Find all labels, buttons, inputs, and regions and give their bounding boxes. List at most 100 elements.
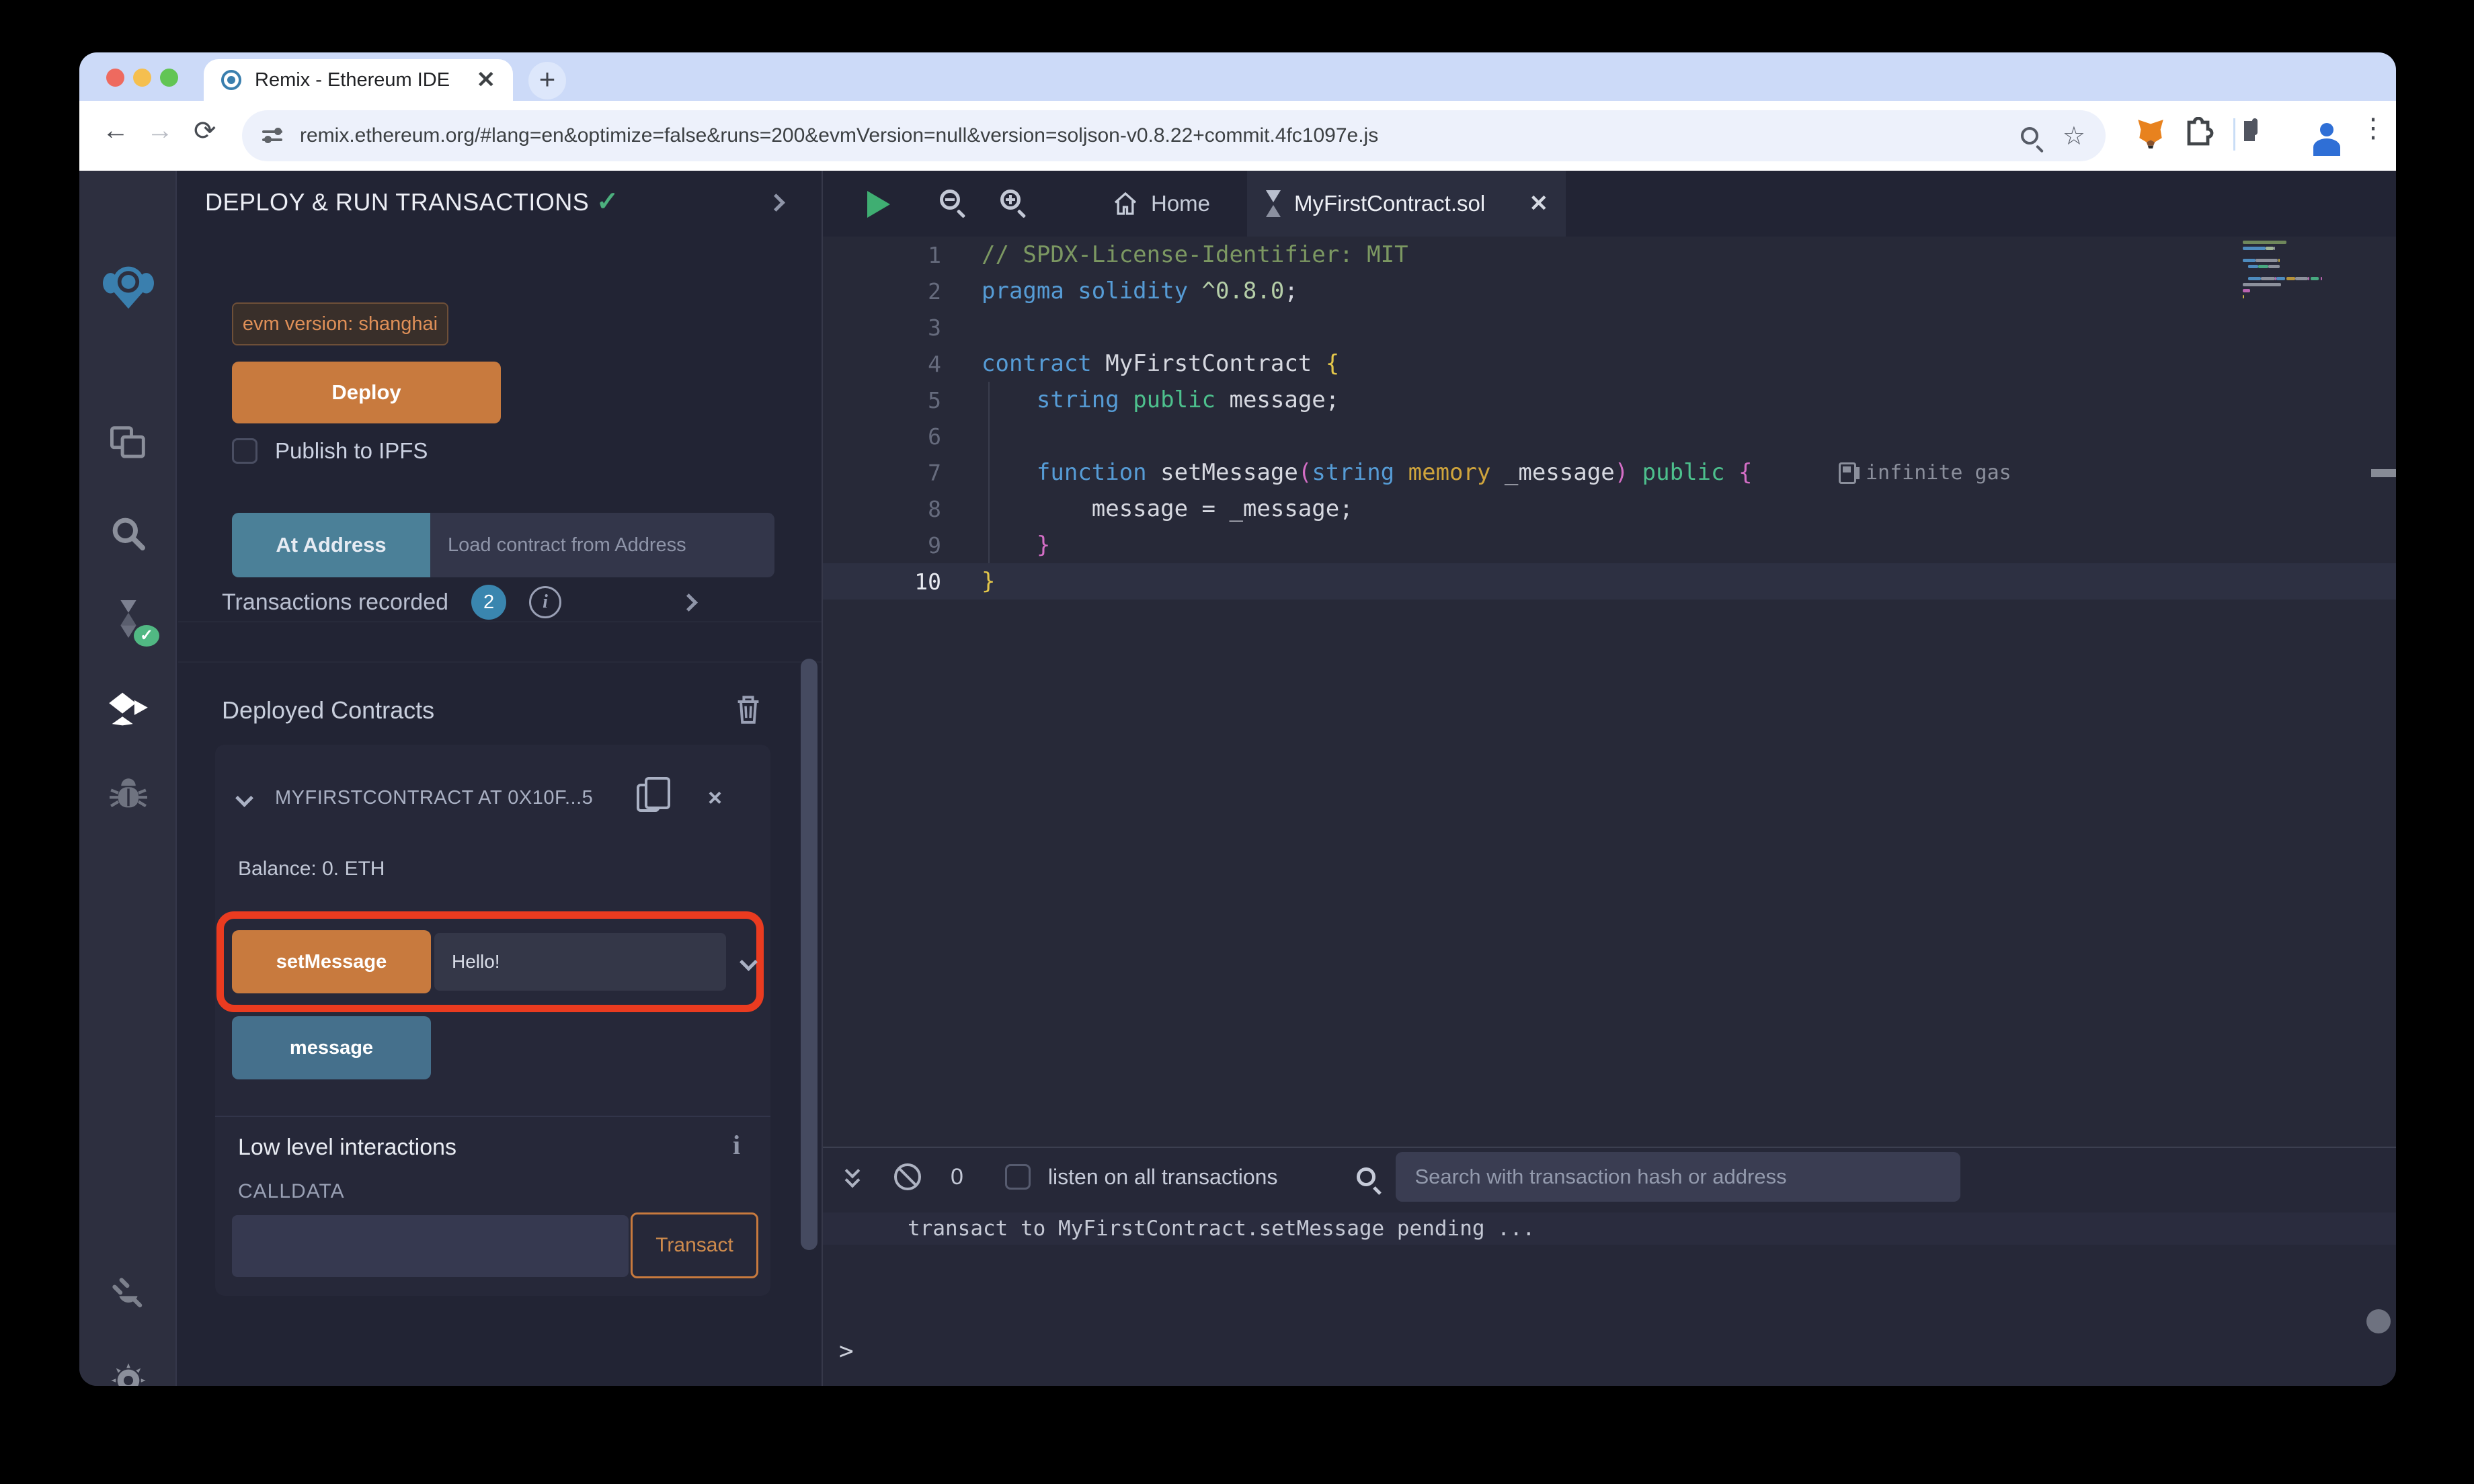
compile-success-badge: ✓	[134, 625, 159, 647]
transact-button[interactable]: Transact	[631, 1212, 758, 1278]
solidity-compiler-icon[interactable]: ✓	[79, 598, 177, 647]
settings-gear-icon[interactable]	[79, 1362, 177, 1386]
url-text: remix.ethereum.org/#lang=en&optimize=fal…	[300, 124, 1379, 147]
listen-all-label: listen on all transactions	[1047, 1164, 1278, 1189]
code-line-1[interactable]: 1// SPDX-License-Identifier: MIT	[823, 237, 2396, 273]
reload-icon[interactable]: ⟳	[194, 116, 216, 147]
transactions-expand-chevron-icon[interactable]	[680, 593, 698, 612]
delete-contracts-trash-icon[interactable]	[733, 692, 763, 726]
publish-ipfs-checkbox[interactable]	[232, 438, 257, 464]
terminal-search-icon	[1357, 1167, 1376, 1186]
remove-contract-icon[interactable]: ×	[708, 784, 722, 812]
metamask-icon[interactable]	[2134, 117, 2167, 151]
terminal-log-row[interactable]: transact to MyFirstContract.setMessage p…	[823, 1212, 2396, 1245]
line-number: 7	[928, 459, 941, 486]
debugger-bug-icon[interactable]	[79, 777, 177, 812]
code-line-7[interactable]: 7 function setMessage(string memory _mes…	[823, 454, 2396, 491]
at-address-input[interactable]	[430, 513, 774, 577]
window-minimize-button[interactable]	[133, 69, 151, 87]
site-info-icon[interactable]	[262, 127, 282, 145]
set-message-row: setMessage	[232, 930, 763, 993]
code-line-3[interactable]: 3	[823, 309, 2396, 345]
tab-myfirstcontract[interactable]: MyFirstContract.sol ✕	[1247, 171, 1566, 237]
browser-toolbar: ← → ⟳ remix.ethereum.org/#lang=en&optimi…	[79, 101, 2396, 171]
publish-ipfs-row: Publish to IPFS	[232, 438, 428, 464]
line-number: 6	[928, 423, 941, 450]
contract-collapse-chevron-icon[interactable]	[235, 788, 253, 807]
listen-all-checkbox[interactable]	[1004, 1164, 1031, 1190]
tab-home-label: Home	[1151, 191, 1211, 216]
run-script-play-icon[interactable]	[867, 191, 890, 218]
bookmark-star-icon[interactable]: ☆	[2063, 121, 2085, 151]
panel-scrollbar[interactable]	[801, 659, 817, 1250]
code-line-2[interactable]: 2 pragma solidity ^0.8.0;	[823, 273, 2396, 309]
code-line-4[interactable]: 4 contract MyFirstContract {	[823, 345, 2396, 382]
window-maximize-button[interactable]	[160, 69, 178, 87]
zoom-page-icon[interactable]	[2020, 127, 2038, 145]
browser-tab[interactable]: Remix - Ethereum IDE ✕	[204, 59, 513, 101]
code-editor[interactable]: 1// SPDX-License-Identifier: MIT 2 pragma …	[823, 237, 2396, 1147]
low-level-info-icon[interactable]: i	[733, 1129, 740, 1161]
line-number: 2	[928, 278, 941, 304]
deploy-run-icon[interactable]	[79, 690, 177, 729]
message-getter-button[interactable]: message	[232, 1016, 431, 1079]
solidity-file-icon	[1265, 190, 1282, 217]
contract-title: MYFIRSTCONTRACT AT 0X10F...5	[275, 786, 594, 809]
deploy-button[interactable]: Deploy	[232, 362, 501, 423]
contract-title-row[interactable]: MYFIRSTCONTRACT AT 0X10F...5 ×	[235, 777, 749, 812]
terminal-prompt[interactable]: >	[839, 1337, 854, 1365]
search-icon[interactable]	[79, 515, 177, 552]
transactions-info-icon[interactable]: i	[529, 586, 562, 618]
at-address-row: At Address	[232, 513, 774, 577]
at-address-button[interactable]: At Address	[232, 513, 430, 577]
zoom-out-icon[interactable]	[940, 190, 960, 210]
clear-console-icon[interactable]	[894, 1163, 921, 1190]
editor-minimap[interactable]	[2239, 241, 2373, 328]
browser-window: Remix - Ethereum IDE ✕ + ← → ⟳ remix.eth…	[79, 52, 2396, 1386]
expand-params-chevron-icon[interactable]	[740, 952, 758, 971]
remix-favicon-icon	[221, 70, 241, 90]
new-tab-button[interactable]: +	[528, 62, 566, 99]
calldata-input[interactable]	[232, 1215, 629, 1277]
code-line-10[interactable]: 10}	[823, 563, 2396, 600]
browser-menu-icon[interactable]: ⋮	[2360, 113, 2387, 144]
transactions-recorded-row: Transactions recorded 2 i	[222, 582, 800, 622]
scroll-to-bottom-button[interactable]	[2366, 1309, 2391, 1333]
extensions-puzzle-icon[interactable]	[2182, 117, 2214, 149]
terminal-search-input[interactable]	[1396, 1152, 1961, 1202]
plugin-manager-icon[interactable]	[79, 1274, 177, 1313]
panel-collapse-chevron-icon[interactable]	[767, 194, 785, 212]
code-line-8[interactable]: 8 message = _message;	[823, 491, 2396, 527]
tab-myfirstcontract-label: MyFirstContract.sol	[1294, 191, 1486, 216]
app-content: ✓ DEPLOY & RUN TRANSACTIONS ✓ evm versio…	[79, 171, 2396, 1386]
tab-home[interactable]: Home	[1112, 171, 1210, 237]
editor-scrollbar-marker[interactable]	[2371, 469, 2396, 477]
tab-close-icon[interactable]: ✕	[477, 67, 496, 93]
code-line-9[interactable]: 9 }	[823, 527, 2396, 563]
set-message-input[interactable]	[434, 933, 726, 991]
copy-address-icon[interactable]	[637, 777, 670, 812]
url-bar[interactable]: remix.ethereum.org/#lang=en&optimize=fal…	[242, 110, 2106, 161]
deployed-contract-card: MYFIRSTCONTRACT AT 0X10F...5 × Balance: …	[215, 745, 770, 1296]
terminal-count: 0	[951, 1163, 963, 1190]
line-number: 9	[928, 532, 941, 559]
back-icon[interactable]: ←	[102, 116, 129, 146]
tab-close-icon[interactable]: ✕	[1529, 190, 1549, 217]
zoom-in-icon[interactable]	[1000, 190, 1021, 210]
set-message-button[interactable]: setMessage	[232, 930, 431, 993]
contract-balance: Balance: 0. ETH	[238, 858, 385, 880]
code-line-6[interactable]: 6	[823, 418, 2396, 454]
side-panel-icon[interactable]	[2252, 118, 2258, 135]
collapse-terminal-icon[interactable]	[844, 1163, 865, 1188]
line-number: 4	[928, 350, 941, 377]
terminal-log-text: transact to MyFirstContract.setMessage p…	[908, 1217, 1535, 1241]
code-line-5[interactable]: 5 string public message;	[823, 382, 2396, 418]
evm-version-badge: evm version: shanghai	[232, 302, 448, 345]
file-explorer-icon[interactable]	[79, 425, 177, 461]
panel-title: DEPLOY & RUN TRANSACTIONS ✓	[205, 187, 619, 216]
window-close-button[interactable]	[106, 69, 124, 87]
remix-logo-icon	[79, 265, 177, 309]
browser-tabstrip: Remix - Ethereum IDE ✕ +	[79, 52, 2396, 101]
transactions-recorded-label: Transactions recorded	[222, 589, 449, 615]
forward-icon[interactable]: →	[147, 116, 173, 146]
